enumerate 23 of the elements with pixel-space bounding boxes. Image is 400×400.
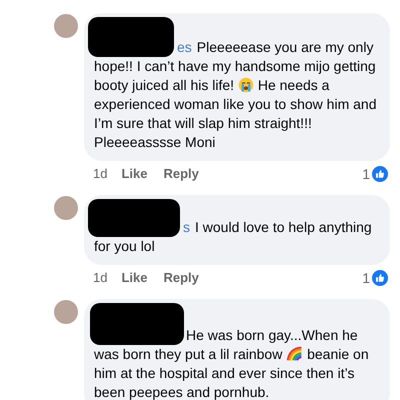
avatar[interactable] [54,14,78,38]
comment-first-line: I would love to help anything [195,218,372,237]
comment-action-link[interactable]: Like [121,164,148,184]
comment-first-line: He was born gay...When he [186,326,358,345]
commenter-name[interactable]: es [176,38,195,57]
reaction-count: 1 [362,268,370,288]
comment-time: 1d [93,165,108,184]
comment-time: 1d [93,269,108,288]
comment-text: hope!! I can’t have my handsome mijo getting booty juiced all his life! He needs a experienced woman like you to show him and I’m sure that will slap him straight!!! Pleeeeasssse Moni [94,57,378,152]
comment-action-link[interactable]: Reply [163,164,199,184]
avatar[interactable] [54,300,78,324]
comment-first-line: Pleeeeease you are my only [196,38,374,57]
crying-emoji-icon [238,77,254,93]
comment-action-link[interactable]: Like [121,268,148,288]
comment-text: for you lol [94,237,156,256]
reaction-count: 1 [362,164,370,184]
like-reaction-icon[interactable] [372,166,388,182]
comment-text: was born they put a lil rainbow beanie on him at the hospital and ever since then it’s been peepees and pornhub. [94,345,370,400]
rainbow-icon [286,345,304,362]
like-reaction-icon[interactable] [372,270,388,286]
commenter-name[interactable]: s [182,218,193,237]
avatar[interactable] [54,196,78,220]
comment-action-link[interactable]: Reply [163,268,199,288]
